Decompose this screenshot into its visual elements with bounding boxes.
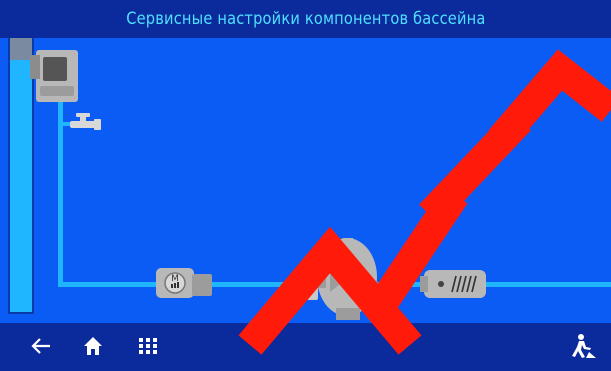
- service-worker-icon: [572, 334, 596, 358]
- heater-icon[interactable]: [420, 270, 486, 298]
- pool: [8, 38, 34, 314]
- menu-grid-button[interactable]: [137, 335, 159, 362]
- arrow-left-icon: [31, 338, 50, 354]
- page-title: Сервисные настройки компонентов бассейна: [125, 9, 486, 29]
- footer-bar: [0, 323, 611, 371]
- grid-menu-icon: [139, 338, 157, 354]
- service-button[interactable]: [569, 333, 597, 364]
- home-icon: [84, 337, 102, 355]
- back-button[interactable]: [30, 335, 52, 362]
- pool-schematic: M: [0, 38, 611, 323]
- skimmer-icon[interactable]: [30, 50, 78, 102]
- header-bar: Сервисные настройки компонентов бассейна: [0, 0, 611, 38]
- home-button[interactable]: [82, 335, 104, 362]
- pump-icon[interactable]: M: [156, 268, 212, 298]
- schematic-svg: M: [8, 38, 611, 320]
- tap-icon[interactable]: [70, 113, 101, 130]
- filter-icon[interactable]: [300, 238, 377, 320]
